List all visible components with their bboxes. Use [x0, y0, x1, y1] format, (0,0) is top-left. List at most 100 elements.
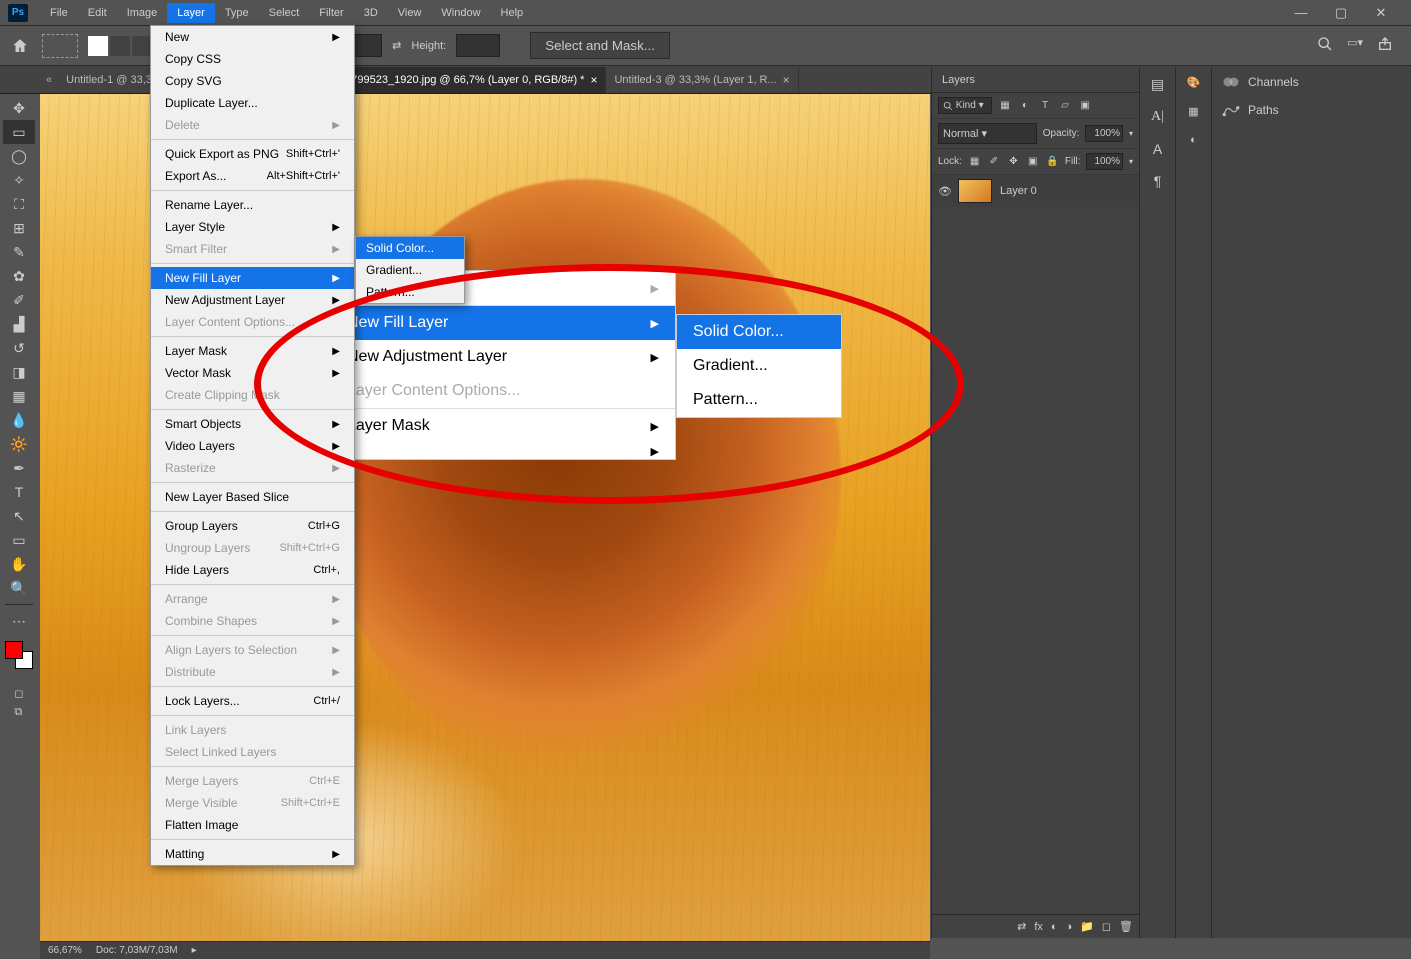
mask-icon[interactable]: ◐ — [1051, 921, 1058, 933]
close-icon[interactable]: × — [590, 73, 597, 87]
channels-tab[interactable]: Channels — [1212, 68, 1411, 96]
color-icon[interactable]: 🎨 — [1187, 76, 1201, 89]
menu-item-layer-mask[interactable]: Layer Mask▶ — [151, 340, 354, 362]
tab-untitled-3[interactable]: Untitled-3 @ 33,3% (Layer 1, R...× — [606, 67, 798, 93]
layer-item-0[interactable]: 👁 Layer 0 — [932, 175, 1139, 207]
menu-item-new[interactable]: New▶ — [151, 26, 354, 48]
screen-mode-icon[interactable]: ⧉ — [14, 706, 23, 719]
menu-item-vector-mask[interactable]: Vector Mask▶ — [151, 362, 354, 384]
close-icon[interactable]: × — [783, 73, 790, 87]
close-button[interactable]: ✕ — [1367, 5, 1395, 21]
menu-item-copy-svg[interactable]: Copy SVG — [151, 70, 354, 92]
menu-3d[interactable]: 3D — [354, 3, 388, 23]
submenu-item-pattern-[interactable]: Pattern... — [356, 281, 464, 303]
blend-mode-select[interactable]: Normal ▾ — [938, 123, 1037, 144]
pen-tool[interactable]: ✒ — [3, 456, 35, 480]
marquee-tool-icon[interactable] — [42, 34, 78, 58]
menu-item-new-layer-based-slice[interactable]: New Layer Based Slice — [151, 486, 354, 508]
menu-item-new-adjustment-layer[interactable]: New Adjustment Layer▶ — [151, 289, 354, 311]
color-swatches[interactable] — [5, 641, 33, 669]
menu-item-matting[interactable]: Matting▶ — [151, 843, 354, 865]
lock-all-icon[interactable]: 🔒 — [1045, 155, 1058, 169]
adjustment-icon[interactable]: ◑ — [1066, 921, 1073, 933]
selection-subtract[interactable] — [132, 36, 152, 56]
lock-move-icon[interactable]: ✥ — [1007, 155, 1020, 169]
lock-brush-icon[interactable]: ✐ — [987, 155, 1000, 169]
path-tool[interactable]: ↖ — [3, 504, 35, 528]
filter-image-icon[interactable]: ▦ — [998, 99, 1012, 113]
home-icon[interactable] — [8, 34, 32, 58]
menu-edit[interactable]: Edit — [78, 3, 117, 23]
chevron-right-icon[interactable]: ▸ — [192, 945, 197, 956]
menu-item-copy-css[interactable]: Copy CSS — [151, 48, 354, 70]
menu-item-quick-export-as-png[interactable]: Quick Export as PNGShift+Ctrl+' — [151, 143, 354, 165]
tab-lion[interactable]: lion-5799523_1920.jpg @ 66,7% (Layer 0, … — [316, 67, 606, 93]
fx-icon[interactable]: fx — [1034, 921, 1043, 933]
filter-smart-icon[interactable]: ▣ — [1078, 99, 1092, 113]
paragraph-icon[interactable]: ¶ — [1154, 173, 1162, 189]
kind-select[interactable]: Kind ▾ — [938, 97, 992, 114]
select-and-mask-button[interactable]: Select and Mask... — [530, 32, 670, 59]
menu-item-lock-layers-[interactable]: Lock Layers...Ctrl+/ — [151, 690, 354, 712]
move-tool[interactable]: ✥ — [3, 96, 35, 120]
dots-icon[interactable]: ⋯ — [3, 609, 35, 633]
frame-tool[interactable]: ⊞ — [3, 216, 35, 240]
submenu-item-solid-color-[interactable]: Solid Color... — [356, 237, 464, 259]
layers-tab[interactable]: Layers — [932, 68, 1139, 93]
selection-new[interactable] — [88, 36, 108, 56]
menu-select[interactable]: Select — [259, 3, 310, 23]
workspace-icon[interactable]: ▭▾ — [1347, 36, 1363, 55]
menu-item-group-layers[interactable]: Group LayersCtrl+G — [151, 515, 354, 537]
lock-artboard-icon[interactable]: ▣ — [1026, 155, 1039, 169]
shape-tool[interactable]: ▭ — [3, 528, 35, 552]
menu-view[interactable]: View — [388, 3, 432, 23]
hand-tool[interactable]: ✋ — [3, 552, 35, 576]
magic-wand-tool[interactable]: ✧ — [3, 168, 35, 192]
lock-pixels-icon[interactable]: ▦ — [968, 155, 981, 169]
layer-name[interactable]: Layer 0 — [1000, 185, 1037, 197]
lasso-tool[interactable]: ◯ — [3, 144, 35, 168]
menu-layer[interactable]: Layer — [167, 3, 215, 23]
menu-window[interactable]: Window — [431, 3, 490, 23]
blur-tool[interactable]: 💧 — [3, 408, 35, 432]
dodge-tool[interactable]: 🔆 — [3, 432, 35, 456]
menu-item-smart-objects[interactable]: Smart Objects▶ — [151, 413, 354, 435]
selection-add[interactable] — [110, 36, 130, 56]
menu-type[interactable]: Type — [215, 3, 259, 23]
filter-type-icon[interactable]: T — [1038, 99, 1052, 113]
trash-icon[interactable]: 🗑 — [1119, 920, 1133, 933]
swap-icon[interactable]: ⇄ — [392, 39, 401, 52]
opacity-input[interactable]: 100% — [1085, 125, 1123, 142]
filter-shape-icon[interactable]: ▱ — [1058, 99, 1072, 113]
glyphs-icon[interactable]: A| — [1151, 109, 1164, 125]
layer-thumbnail[interactable] — [958, 179, 992, 203]
minimize-button[interactable]: — — [1287, 5, 1315, 21]
swatches-icon[interactable]: ▦ — [1188, 105, 1198, 118]
submenu-item-gradient-[interactable]: Gradient... — [356, 259, 464, 281]
eraser-tool[interactable]: ◨ — [3, 360, 35, 384]
zoom-tool[interactable]: 🔍 — [3, 576, 35, 600]
tab-scroll-left[interactable]: « — [40, 74, 58, 86]
visibility-icon[interactable]: 👁 — [938, 185, 950, 198]
fill-input[interactable]: 100% — [1086, 153, 1123, 170]
libraries-icon[interactable]: ▤ — [1151, 76, 1164, 93]
healing-tool[interactable]: ✿ — [3, 264, 35, 288]
stamp-tool[interactable]: ▟ — [3, 312, 35, 336]
menu-item-flatten-image[interactable]: Flatten Image — [151, 814, 354, 836]
filter-adjust-icon[interactable]: ◐ — [1018, 99, 1032, 113]
menu-item-hide-layers[interactable]: Hide LayersCtrl+, — [151, 559, 354, 581]
menu-item-duplicate-layer-[interactable]: Duplicate Layer... — [151, 92, 354, 114]
type-tool[interactable]: T — [3, 480, 35, 504]
marquee-tool[interactable]: ▭ — [3, 120, 35, 144]
foreground-color[interactable] — [5, 641, 23, 659]
menu-help[interactable]: Help — [491, 3, 534, 23]
height-input[interactable] — [456, 34, 500, 57]
character-icon[interactable]: A — [1153, 141, 1162, 157]
group-icon[interactable]: 📁 — [1080, 920, 1094, 933]
menu-item-layer-style[interactable]: Layer Style▶ — [151, 216, 354, 238]
menu-item-new-fill-layer[interactable]: New Fill Layer▶ — [151, 267, 354, 289]
adjustments-icon[interactable]: ◐ — [1190, 134, 1197, 146]
eyedropper-tool[interactable]: ✎ — [3, 240, 35, 264]
gradient-tool[interactable]: ▦ — [3, 384, 35, 408]
brush-tool[interactable]: ✐ — [3, 288, 35, 312]
